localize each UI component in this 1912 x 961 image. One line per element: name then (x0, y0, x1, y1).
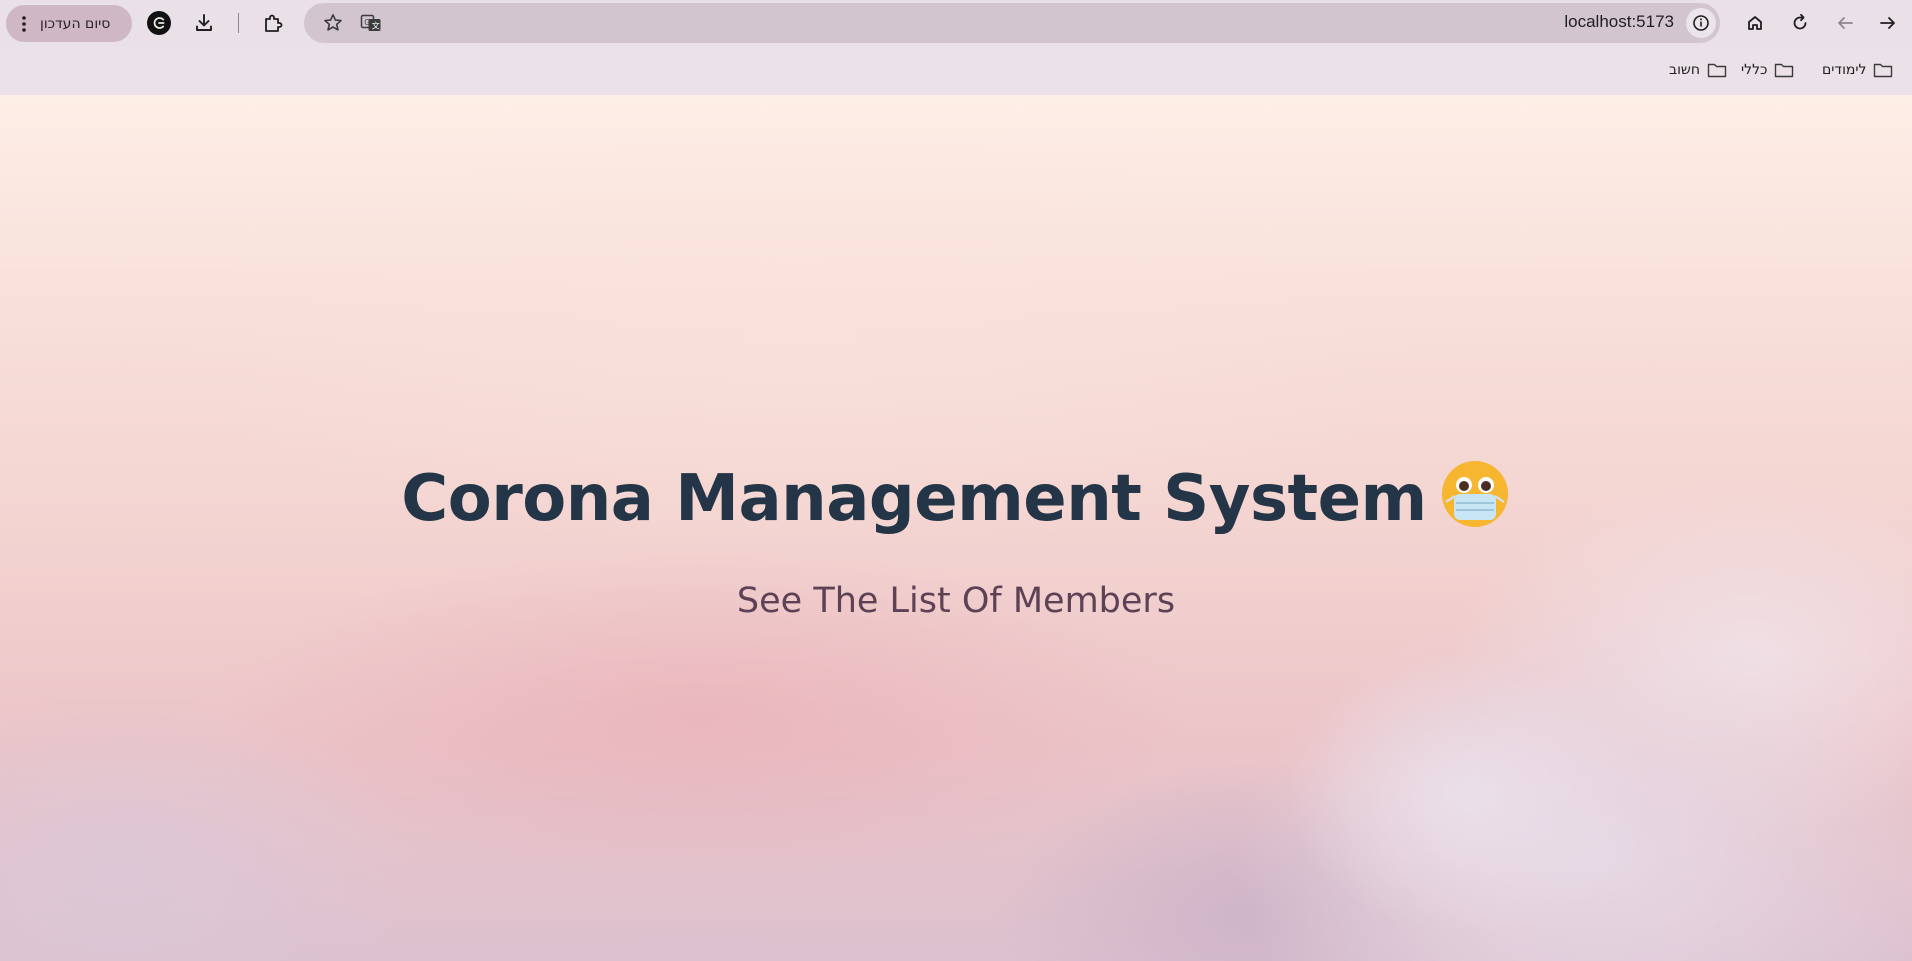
members-list-link[interactable]: See The List Of Members (0, 579, 1912, 623)
finish-update-label: סיום העדכון (40, 15, 111, 32)
bookmark-label: כללי (1741, 62, 1768, 78)
page-title: Corona Management System (0, 458, 1912, 549)
page-title-text: Corona Management System (401, 462, 1427, 536)
face-with-medical-mask-icon (1439, 458, 1511, 549)
svg-text:文: 文 (372, 21, 380, 31)
forward-arrow-icon[interactable] (1873, 8, 1903, 38)
members-list-link-text[interactable]: See The List Of Members (737, 581, 1175, 621)
bookmark-folder-studies[interactable]: לימודים (1822, 58, 1893, 82)
toolbar-divider (238, 13, 239, 33)
folder-icon (1707, 63, 1727, 78)
profile-avatar-icon[interactable] (144, 8, 174, 38)
bookmarks-bar: לימודים כללי חשוב (0, 46, 1912, 95)
address-bar[interactable]: localhost:5173 G文 (304, 3, 1720, 43)
browser-toolbar: localhost:5173 G文 סיום העדכון (0, 0, 1912, 46)
download-icon[interactable] (189, 8, 219, 38)
folder-icon (1775, 63, 1794, 78)
reload-icon[interactable] (1785, 8, 1815, 38)
bookmark-star-icon[interactable] (318, 8, 348, 38)
more-options-icon[interactable] (12, 5, 36, 42)
bookmark-folder-important[interactable]: חשוב (1669, 58, 1727, 82)
bookmark-label: לימודים (1822, 62, 1867, 78)
svg-text:G: G (364, 18, 370, 27)
folder-icon (1874, 63, 1893, 78)
translate-icon[interactable]: G文 (356, 8, 386, 38)
extensions-puzzle-icon[interactable] (258, 8, 288, 38)
site-info-icon[interactable] (1686, 8, 1716, 38)
bookmark-label: חשוב (1669, 62, 1700, 78)
bookmark-folder-general[interactable]: כללי (1741, 58, 1794, 82)
url-text[interactable]: localhost:5173 (1564, 12, 1674, 32)
page-content: Corona Management System See The List Of… (0, 95, 1912, 961)
finish-update-button[interactable]: סיום העדכון (6, 5, 132, 42)
home-icon[interactable] (1740, 8, 1770, 38)
back-arrow-icon[interactable] (1830, 8, 1860, 38)
